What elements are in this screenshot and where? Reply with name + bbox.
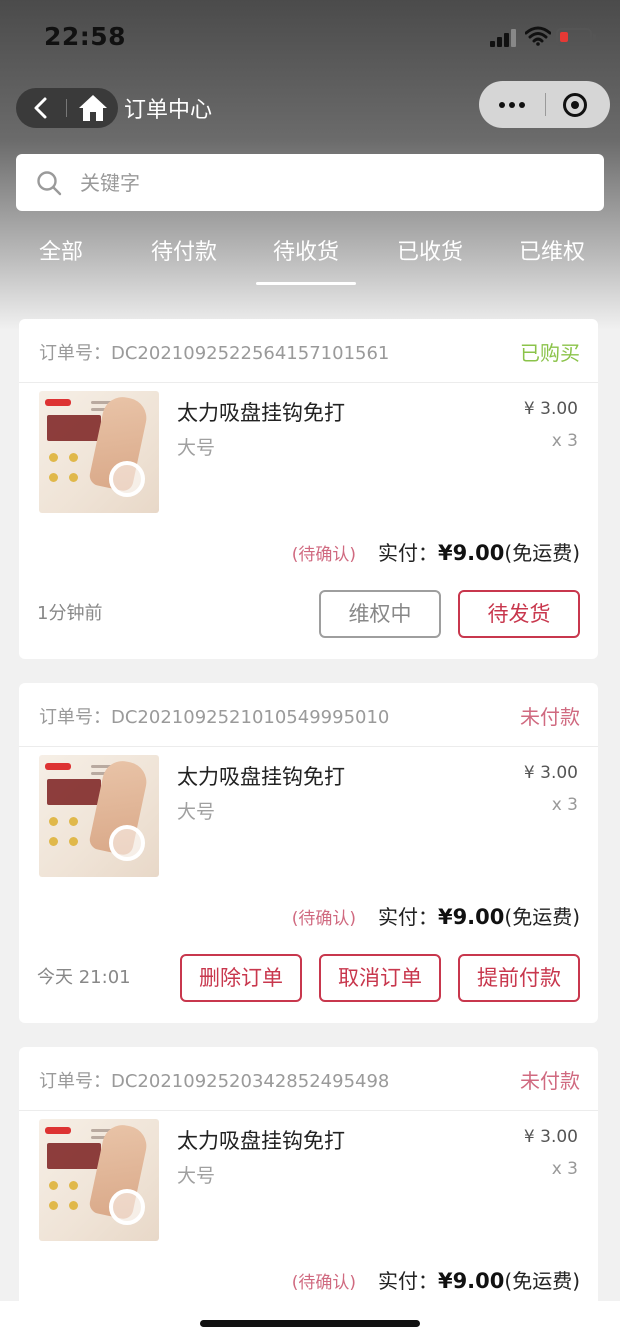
delete-order-button[interactable]: 删除订单 (180, 954, 302, 1002)
product-name[interactable]: 太力吸盘挂钩免打 (177, 761, 345, 791)
order-header: 订单号：DC2021092520342852495498 未付款 (19, 1047, 598, 1111)
product-name[interactable]: 太力吸盘挂钩免打 (177, 1125, 345, 1155)
tab-all[interactable]: 全部 (18, 234, 104, 288)
order-status: 已购买 (520, 341, 580, 365)
awaiting-shipment-button[interactable]: 待发货 (458, 590, 580, 638)
payment-summary: (待确认) 实付：¥9.00(免运费) (292, 901, 580, 931)
home-icon (79, 95, 107, 121)
product-spec: 大号 (177, 801, 216, 823)
pending-confirm-label: (待确认) (291, 545, 356, 565)
tab-received[interactable]: 已收货 (382, 234, 478, 288)
order-tabs: 全部 待付款 待收货 已收货 已维权 (0, 234, 620, 288)
product-thumbnail[interactable] (39, 391, 159, 513)
mini-program-capsule (479, 81, 610, 128)
order-header: 订单号：DC2021092522564157101561 已购买 (19, 319, 598, 383)
back-arrow-icon (34, 97, 47, 119)
nav-divider (66, 99, 67, 117)
tab-pending-receipt[interactable]: 待收货 (258, 234, 354, 288)
order-number: 订单号：DC2021092520342852495498 (39, 1071, 390, 1092)
product-quantity: x 3 (551, 795, 578, 815)
product-spec: 大号 (177, 437, 216, 459)
order-card[interactable]: 订单号：DC2021092520342852495498 未付款 太力吸盘挂钩免… (19, 1047, 598, 1307)
tab-active-indicator (256, 282, 356, 285)
more-button[interactable] (479, 81, 545, 128)
search-bar (16, 154, 604, 211)
cancel-order-button[interactable]: 取消订单 (319, 954, 441, 1002)
order-number: 订单号：DC2021092522564157101561 (39, 343, 390, 364)
capsule-divider (545, 93, 546, 116)
paid-amount: ¥9.00 (437, 905, 505, 929)
back-button[interactable] (16, 88, 66, 128)
pending-confirm-label: (待确认) (291, 1273, 356, 1293)
close-circle-icon[interactable] (563, 93, 587, 117)
pay-early-button[interactable]: 提前付款 (458, 954, 580, 1002)
order-time: 今天 21:01 (37, 967, 131, 988)
shipping-note: (免运费) (504, 541, 580, 565)
product-price: ¥ 3.00 (523, 399, 578, 419)
order-status: 未付款 (520, 1069, 580, 1093)
paid-label: 实付： (377, 541, 438, 565)
order-time: 1分钟前 (37, 603, 103, 624)
search-input[interactable] (80, 154, 580, 211)
tab-after-sales[interactable]: 已维权 (504, 234, 600, 288)
product-price: ¥ 3.00 (523, 763, 578, 783)
paid-amount: ¥9.00 (437, 1269, 505, 1293)
product-price: ¥ 3.00 (523, 1127, 578, 1147)
product-thumbnail[interactable] (39, 1119, 159, 1241)
nav-back-home-group (16, 88, 118, 128)
order-number: 订单号：DC2021092521010549995010 (39, 707, 390, 728)
order-status: 未付款 (520, 705, 580, 729)
product-spec: 大号 (177, 1165, 216, 1187)
status-bar: 22:58 (0, 0, 620, 72)
wifi-icon (525, 26, 551, 46)
after-sales-in-progress-button[interactable]: 维权中 (319, 590, 441, 638)
page-title: 订单中心 (124, 98, 213, 123)
order-card[interactable]: 订单号：DC2021092521010549995010 未付款 太力吸盘挂钩免… (19, 683, 598, 1023)
search-icon (37, 171, 62, 196)
paid-label: 实付： (377, 905, 438, 929)
home-indicator (200, 1320, 420, 1327)
payment-summary: (待确认) 实付：¥9.00(免运费) (292, 537, 580, 567)
payment-summary: (待确认) 实付：¥9.00(免运费) (292, 1265, 580, 1295)
product-name[interactable]: 太力吸盘挂钩免打 (177, 397, 345, 427)
tab-pending-payment[interactable]: 待付款 (136, 234, 232, 288)
product-quantity: x 3 (551, 1159, 578, 1179)
order-header: 订单号：DC2021092521010549995010 未付款 (19, 683, 598, 747)
product-thumbnail[interactable] (39, 755, 159, 877)
battery-icon (556, 28, 596, 46)
status-time: 22:58 (44, 22, 127, 51)
order-card[interactable]: 订单号：DC2021092522564157101561 已购买 太力吸盘挂钩免… (19, 319, 598, 659)
signal-icon (490, 29, 516, 47)
paid-amount: ¥9.00 (437, 541, 505, 565)
product-quantity: x 3 (551, 431, 578, 451)
paid-label: 实付： (377, 1269, 438, 1293)
pending-confirm-label: (待确认) (291, 909, 356, 929)
home-button[interactable] (70, 88, 116, 128)
shipping-note: (免运费) (504, 905, 580, 929)
shipping-note: (免运费) (504, 1269, 580, 1293)
